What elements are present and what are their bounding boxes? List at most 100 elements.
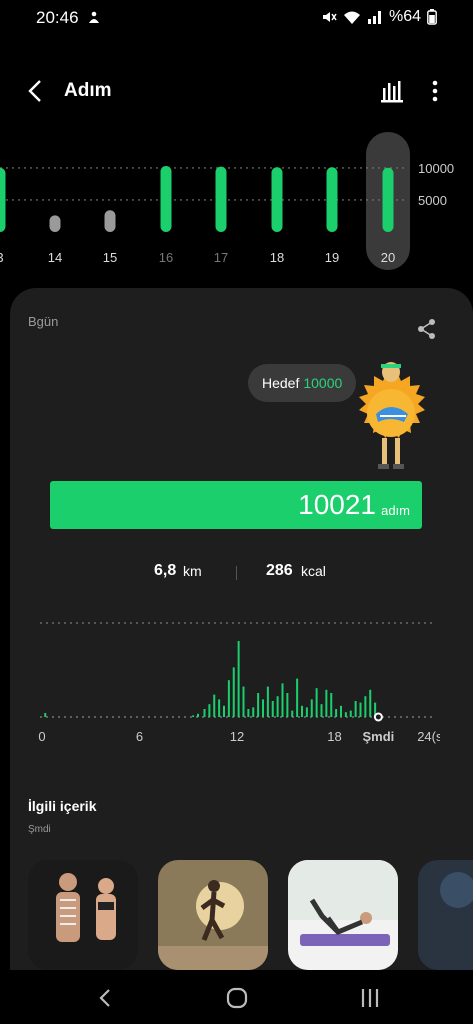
nav-back-icon[interactable]: [92, 984, 120, 1012]
distance-unit: km: [183, 563, 202, 579]
hourly-bar: [213, 694, 216, 717]
day-label: 18: [270, 250, 284, 265]
hourly-bar: [218, 699, 221, 717]
day-bar: [382, 167, 394, 232]
day-bar: [49, 215, 61, 232]
x-tick-label: 0: [38, 729, 45, 744]
hourly-steps-svg: 0 6 12 18 Şmdi 24(s): [38, 622, 440, 744]
day-bar: [271, 167, 283, 232]
hourly-bar: [310, 699, 313, 717]
hourly-bar: [344, 712, 347, 717]
steps-count: 10021: [298, 489, 376, 520]
pi-notification-icon: [89, 11, 99, 23]
hourly-bar: [291, 710, 294, 717]
hourly-bar: [227, 680, 230, 717]
more-options-icon[interactable]: [424, 78, 446, 104]
hourly-bar: [44, 713, 47, 717]
related-content-title: İlgili içerik: [28, 798, 97, 814]
day-bar: [0, 167, 6, 232]
x-tick-label: Şmdi: [362, 729, 394, 744]
metrics-row: 6,8 km 286 kcal: [10, 562, 473, 586]
day-bar: [104, 210, 116, 232]
hourly-bar: [369, 689, 372, 717]
day-bar: [326, 167, 338, 232]
thumb-anatomy-image[interactable]: [28, 860, 138, 970]
bar-chart-icon[interactable]: [378, 78, 408, 104]
thumb-running-image[interactable]: [158, 860, 268, 970]
x-tick-label: 12: [230, 729, 244, 744]
today-card: Bgün Hedef 10000 10021 adım 6,8 km 286 k…: [10, 288, 473, 970]
related-content-subtitle: Şmdi: [28, 824, 51, 835]
hourly-bar: [301, 705, 303, 717]
hourly-bar: [359, 702, 362, 717]
reference-label: 5000: [418, 193, 447, 208]
hourly-bar: [237, 641, 240, 717]
hourly-bar: [340, 705, 342, 717]
hourly-bar: [305, 707, 308, 717]
day-bar: [160, 166, 172, 232]
hourly-bar: [192, 715, 195, 717]
hourly-bar: [286, 693, 289, 717]
day-label: Bgün: [28, 314, 59, 329]
hourly-bar: [197, 713, 199, 717]
hourly-bar: [315, 688, 318, 717]
status-time: 20:46: [36, 8, 79, 27]
related-content-carousel[interactable]: [28, 860, 473, 972]
goal-value: 10000: [303, 375, 343, 391]
weekly-steps-chart[interactable]: 10000 5000 3 14 15 16 17 18 19 20: [0, 130, 473, 275]
day-label: 14: [48, 250, 62, 265]
hourly-bar: [349, 710, 352, 717]
day-label: 3: [0, 250, 4, 265]
hourly-bar: [325, 689, 328, 717]
hourly-bar: [335, 709, 338, 717]
hourly-bar: [271, 701, 274, 717]
nav-home-icon[interactable]: [223, 984, 251, 1012]
goal-bubble: Hedef 10000: [248, 364, 357, 402]
app-bar: Adım: [0, 64, 473, 120]
hourly-bar: [354, 701, 357, 717]
hourly-bar: [223, 705, 225, 717]
back-arrow-icon[interactable]: [22, 76, 52, 106]
thumb-fitness-image[interactable]: [418, 860, 473, 970]
hourly-bar: [252, 707, 255, 717]
hourly-bar: [330, 693, 333, 717]
day-label: 16: [159, 250, 173, 265]
distance-value: 6,8: [154, 562, 177, 579]
day-label: 20: [381, 250, 395, 265]
share-icon[interactable]: [416, 318, 438, 340]
steps-unit: adım: [381, 503, 410, 518]
now-marker: [373, 712, 383, 722]
wifi-icon: [343, 11, 360, 24]
day-label: 19: [325, 250, 339, 265]
calories-value: 286: [266, 562, 293, 579]
x-tick-label: 24(s): [417, 729, 440, 744]
x-tick-label: 18: [327, 729, 341, 744]
hourly-bar: [320, 704, 323, 717]
hourly-bar: [257, 693, 260, 717]
reference-label: 10000: [418, 161, 454, 176]
hourly-bar: [266, 686, 269, 717]
day-label: 15: [103, 250, 117, 265]
goal-label: Hedef: [262, 375, 300, 391]
day-label: 17: [214, 250, 228, 265]
steps-progress-bar: 10021 adım: [50, 481, 422, 529]
nav-recents-icon[interactable]: [356, 984, 384, 1012]
hourly-bar: [208, 704, 211, 717]
thumb-exercise-image[interactable]: [288, 860, 398, 970]
metrics-divider: [236, 566, 237, 580]
signal-icon: [367, 11, 381, 24]
hourly-bar: [281, 683, 284, 717]
hourly-steps-chart[interactable]: 0 6 12 18 Şmdi 24(s): [30, 613, 440, 753]
page-title: Adım: [64, 80, 112, 101]
hourly-bar: [296, 678, 299, 717]
system-nav-bar: [0, 970, 473, 1024]
day-bar: [215, 166, 227, 232]
hourly-bar: [262, 699, 264, 717]
hourly-bar: [364, 696, 367, 717]
calories-unit: kcal: [301, 563, 326, 579]
hourly-bar: [203, 709, 206, 717]
battery-icon: [427, 9, 437, 25]
hourly-bar: [242, 686, 245, 717]
battery-percent: %64: [388, 8, 421, 25]
hourly-bar: [232, 667, 235, 717]
